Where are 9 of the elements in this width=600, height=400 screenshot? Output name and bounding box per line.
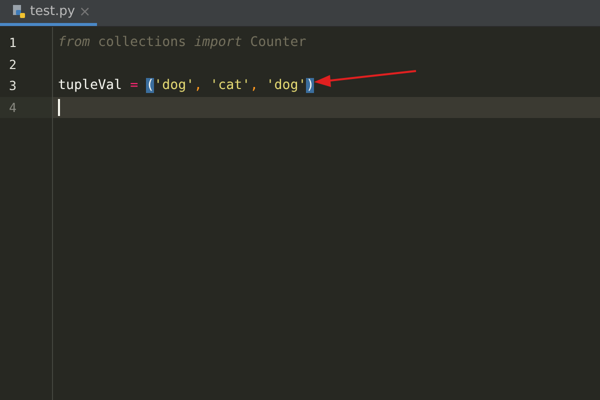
tab-label: test.py	[30, 4, 76, 19]
code-line: from collections import Counter	[58, 35, 306, 50]
line-number: 4	[9, 100, 17, 114]
line-number: 2	[9, 56, 17, 72]
text-cursor	[58, 98, 60, 116]
line-number: 3	[9, 78, 17, 93]
code-line: tupleVal = ('dog', 'cat', 'dog')	[58, 78, 314, 94]
line-number: 1	[9, 35, 17, 50]
python-file-icon	[12, 4, 26, 18]
